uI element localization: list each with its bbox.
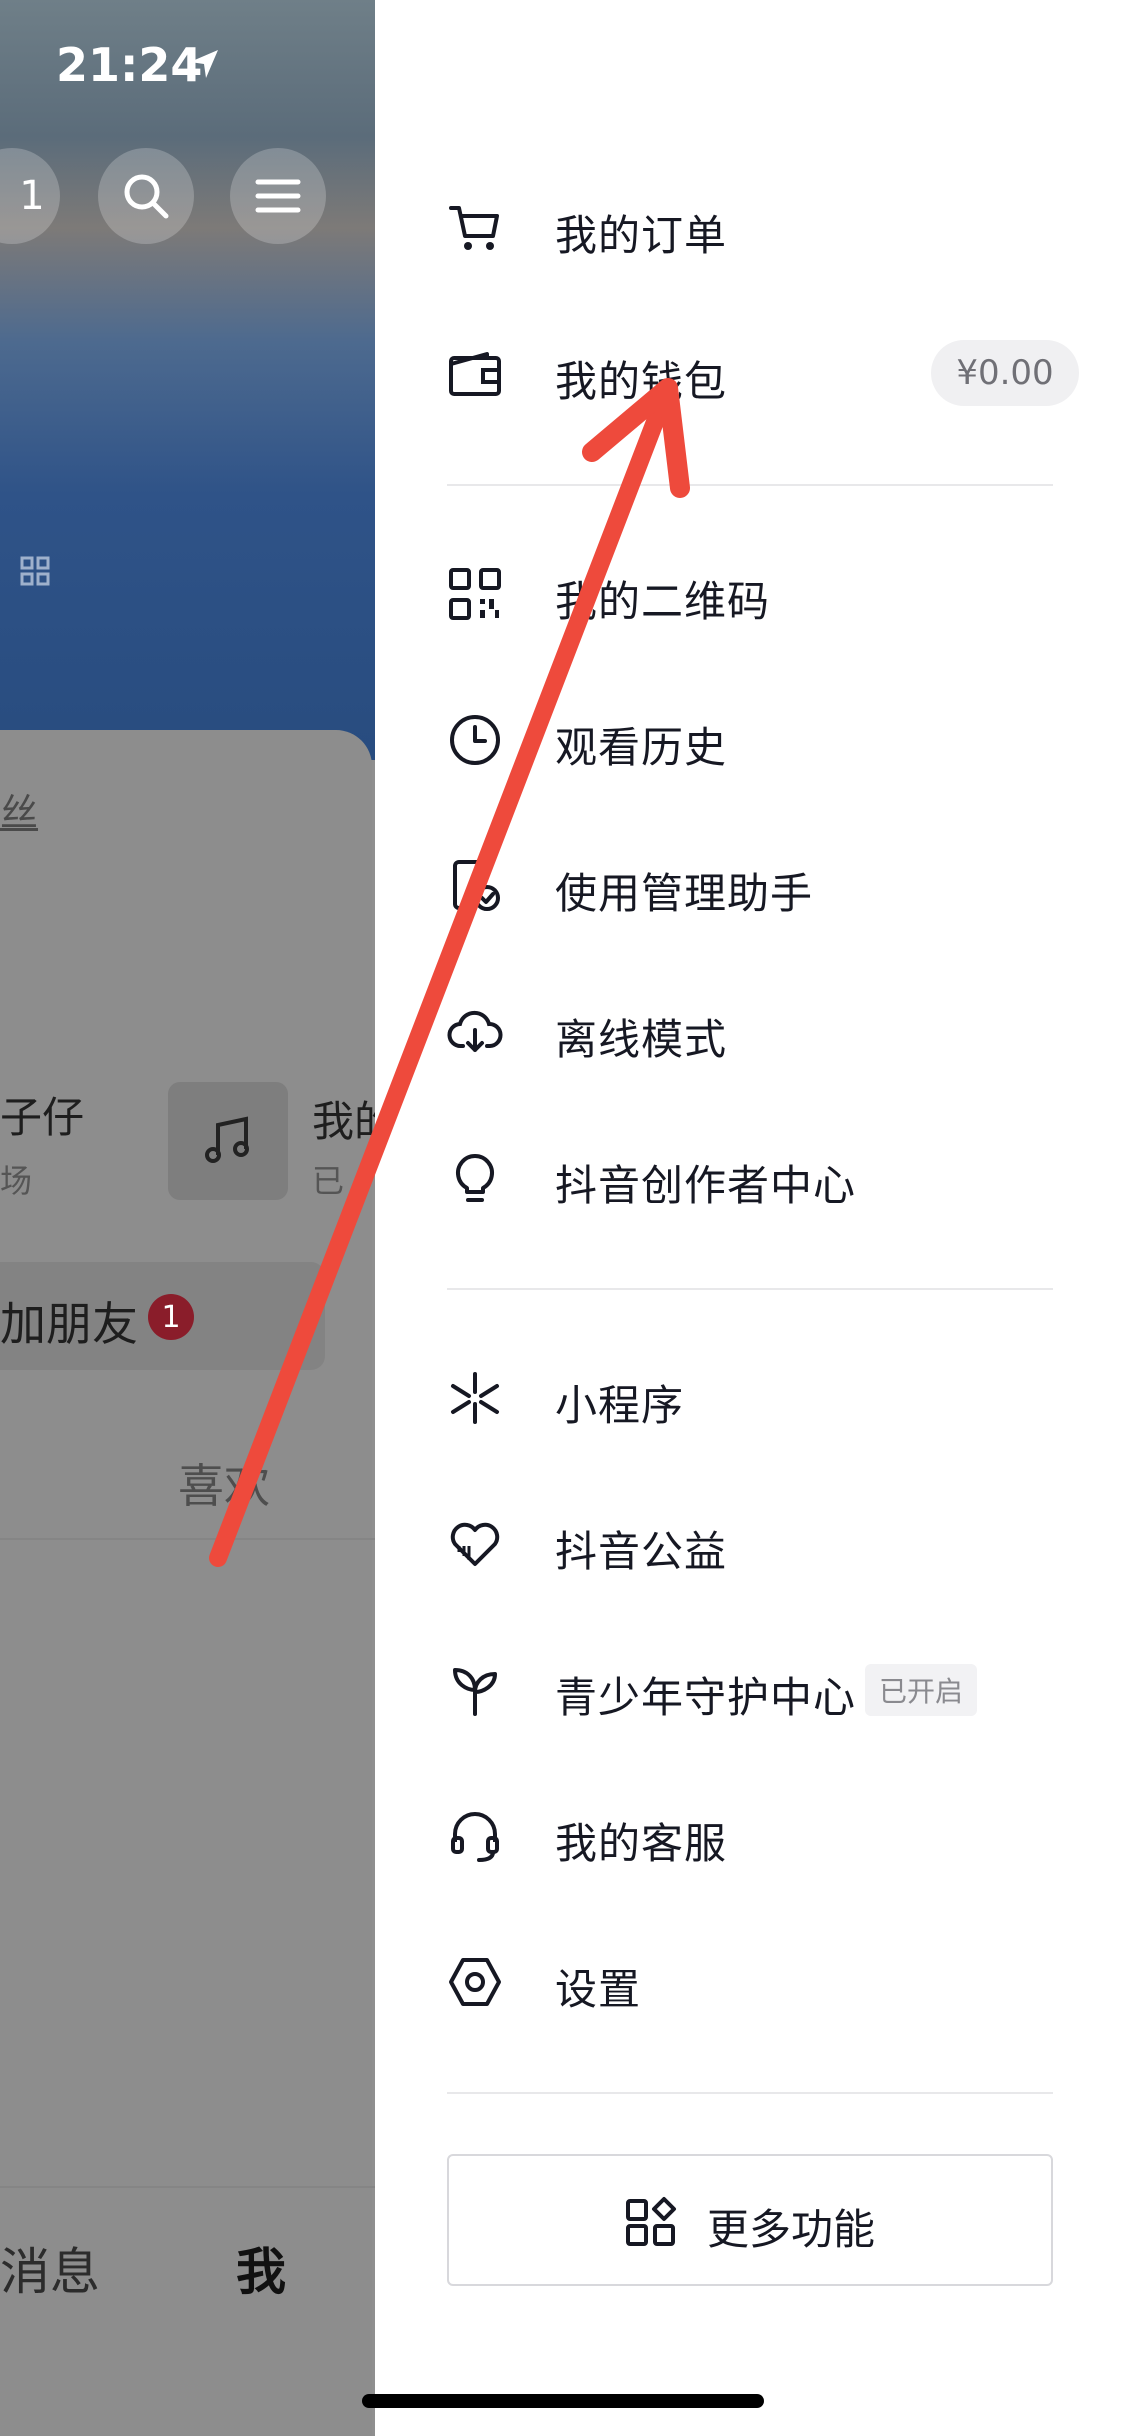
side-drawer-menu: 我的订单 我的钱包 ¥0.00 我的二维码 观看历史 使用管理助手 离线模式 抖… bbox=[375, 0, 1125, 2436]
status-time: 21:24 bbox=[56, 38, 203, 92]
apps-grid-icon bbox=[626, 2197, 676, 2246]
menu-item-label: 青少年守护中心 bbox=[555, 1673, 857, 1722]
search-icon bbox=[124, 174, 169, 219]
menu-item-usage-manager[interactable]: 使用管理助手 bbox=[375, 826, 1125, 946]
qr-code-icon bbox=[449, 568, 501, 620]
fans-label[interactable]: 丝 bbox=[0, 782, 38, 837]
wallet-balance-badge: ¥0.00 bbox=[931, 340, 1079, 406]
music-collection-title: 我的 bbox=[312, 1097, 375, 1146]
friends-count: 1 bbox=[19, 173, 45, 219]
location-arrow-icon bbox=[190, 50, 218, 78]
music-note-icon bbox=[205, 1116, 249, 1163]
music-thumbnail[interactable] bbox=[168, 1082, 288, 1200]
clock-icon bbox=[450, 715, 500, 765]
tab-divider bbox=[0, 1538, 375, 1540]
menu-item-label: 我的客服 bbox=[555, 1819, 728, 1868]
menu-item-label: 使用管理助手 bbox=[555, 869, 814, 918]
nav-me[interactable]: 我 bbox=[236, 2232, 286, 2304]
bottom-nav-divider bbox=[0, 2186, 375, 2188]
add-friend-label: 加朋友 bbox=[0, 1297, 138, 1351]
menu-item-label: 设置 bbox=[555, 1965, 642, 2014]
menu-item-qr-code[interactable]: 我的二维码 bbox=[375, 534, 1125, 654]
menu-item-offline-mode[interactable]: 离线模式 bbox=[375, 972, 1125, 1092]
section-divider bbox=[447, 1288, 1053, 1290]
menu-item-label: 观看历史 bbox=[555, 723, 728, 772]
menu-item-charity[interactable]: 抖音公益 bbox=[375, 1484, 1125, 1604]
menu-item-teen-protection[interactable]: 青少年守护中心 bbox=[375, 1630, 1125, 1750]
menu-item-label: 抖音公益 bbox=[555, 1527, 728, 1576]
more-features-label: 更多功能 bbox=[707, 2205, 876, 2254]
menu-button[interactable] bbox=[230, 148, 326, 244]
headset-icon bbox=[451, 1812, 499, 1862]
sprout-icon bbox=[453, 1668, 497, 1716]
menu-item-watch-history[interactable]: 观看历史 bbox=[375, 680, 1125, 800]
menu-item-orders[interactable]: 我的订单 bbox=[375, 168, 1125, 288]
menu-item-label: 我的二维码 bbox=[555, 577, 771, 626]
heart-charity-icon bbox=[450, 1522, 500, 1566]
menu-item-customer-service[interactable]: 我的客服 bbox=[375, 1776, 1125, 1896]
menu-item-label: 小程序 bbox=[555, 1381, 685, 1430]
menu-item-creator-center[interactable]: 抖音创作者中心 bbox=[375, 1118, 1125, 1238]
profile-content-card bbox=[0, 730, 372, 2436]
lightbulb-icon bbox=[456, 1154, 494, 1202]
search-button[interactable] bbox=[98, 148, 194, 244]
menu-item-label: 离线模式 bbox=[555, 1015, 728, 1064]
music-collection-subtitle: 已 bbox=[312, 1162, 345, 1200]
mini-program-icon bbox=[451, 1372, 499, 1424]
section-divider bbox=[447, 484, 1053, 486]
collection-subtitle: 场 bbox=[0, 1162, 33, 1200]
background-profile-page: 1 丝 子仔 场 我的 已 加朋友 1 喜欢 消息 我 bbox=[0, 0, 375, 2436]
menu-item-label: 抖音创作者中心 bbox=[555, 1161, 857, 1210]
teen-protection-status-badge: 已开启 bbox=[865, 1664, 978, 1716]
nav-messages[interactable]: 消息 bbox=[0, 2232, 100, 2304]
menu-item-settings[interactable]: 设置 bbox=[375, 1922, 1125, 2042]
wallet-icon bbox=[449, 352, 501, 396]
menu-item-mini-programs[interactable]: 小程序 bbox=[375, 1338, 1125, 1458]
tab-likes[interactable]: 喜欢 bbox=[178, 1450, 270, 1516]
profile-header-background bbox=[0, 0, 375, 760]
phone-check-icon bbox=[453, 860, 500, 911]
cloud-download-icon bbox=[447, 1010, 503, 1052]
more-features-button[interactable]: 更多功能 bbox=[447, 2154, 1053, 2286]
hamburger-icon bbox=[255, 179, 301, 213]
qr-small-icon bbox=[20, 556, 50, 586]
menu-item-label: 我的钱包 bbox=[555, 357, 728, 406]
add-friend-badge: 1 bbox=[148, 1294, 194, 1340]
section-divider bbox=[447, 2092, 1053, 2094]
home-indicator[interactable] bbox=[362, 2394, 764, 2408]
settings-hexagon-icon bbox=[449, 1958, 501, 2006]
menu-item-label: 我的订单 bbox=[555, 211, 728, 260]
collection-title: 子仔 bbox=[0, 1093, 85, 1142]
cart-icon bbox=[449, 206, 499, 250]
